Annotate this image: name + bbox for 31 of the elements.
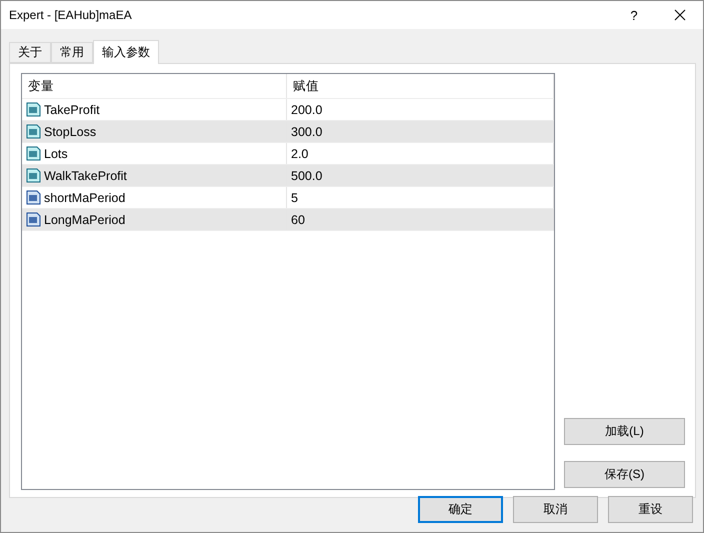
parameter-name: shortMaPeriod — [44, 190, 126, 204]
tab[interactable]: 关于 — [9, 42, 51, 63]
integer-type-icon — [26, 190, 41, 205]
dialog-button[interactable]: 重设 — [608, 496, 693, 523]
dialog-button[interactable]: 取消 — [513, 496, 598, 523]
fraction-type-icon — [26, 168, 41, 183]
parameter-name: Lots — [44, 146, 68, 160]
side-button[interactable]: 加载(L) — [564, 418, 685, 445]
tab[interactable]: 常用 — [51, 42, 93, 63]
close-icon[interactable] — [674, 9, 686, 21]
window-title: Expert - [EAHub]maEA — [9, 8, 133, 22]
parameter-name: LongMaPeriod — [44, 212, 126, 226]
parameter-name: WalkTakeProfit — [44, 168, 127, 182]
parameter-value[interactable]: 5 — [291, 190, 298, 204]
parameter-value[interactable]: 60 — [291, 212, 305, 226]
parameter-name: TakeProfit — [44, 102, 100, 116]
parameter-value[interactable]: 2.0 — [291, 146, 308, 160]
parameter-value[interactable]: 200.0 — [291, 102, 322, 116]
fraction-type-icon — [26, 124, 41, 139]
side-button[interactable]: 保存(S) — [564, 461, 685, 488]
parameter-value[interactable]: 300.0 — [291, 124, 322, 138]
parameter-value[interactable]: 500.0 — [291, 168, 322, 182]
tab[interactable]: 输入参数 — [93, 40, 159, 64]
dialog-button[interactable]: 确定 — [418, 496, 503, 523]
integer-type-icon — [26, 212, 41, 227]
parameter-name: StopLoss — [44, 124, 96, 138]
help-button[interactable]: ? — [611, 1, 657, 29]
fraction-type-icon — [26, 102, 41, 117]
column-header[interactable]: 变量 — [22, 74, 287, 98]
column-header[interactable]: 赋值 — [287, 74, 554, 98]
fraction-type-icon — [26, 146, 41, 161]
